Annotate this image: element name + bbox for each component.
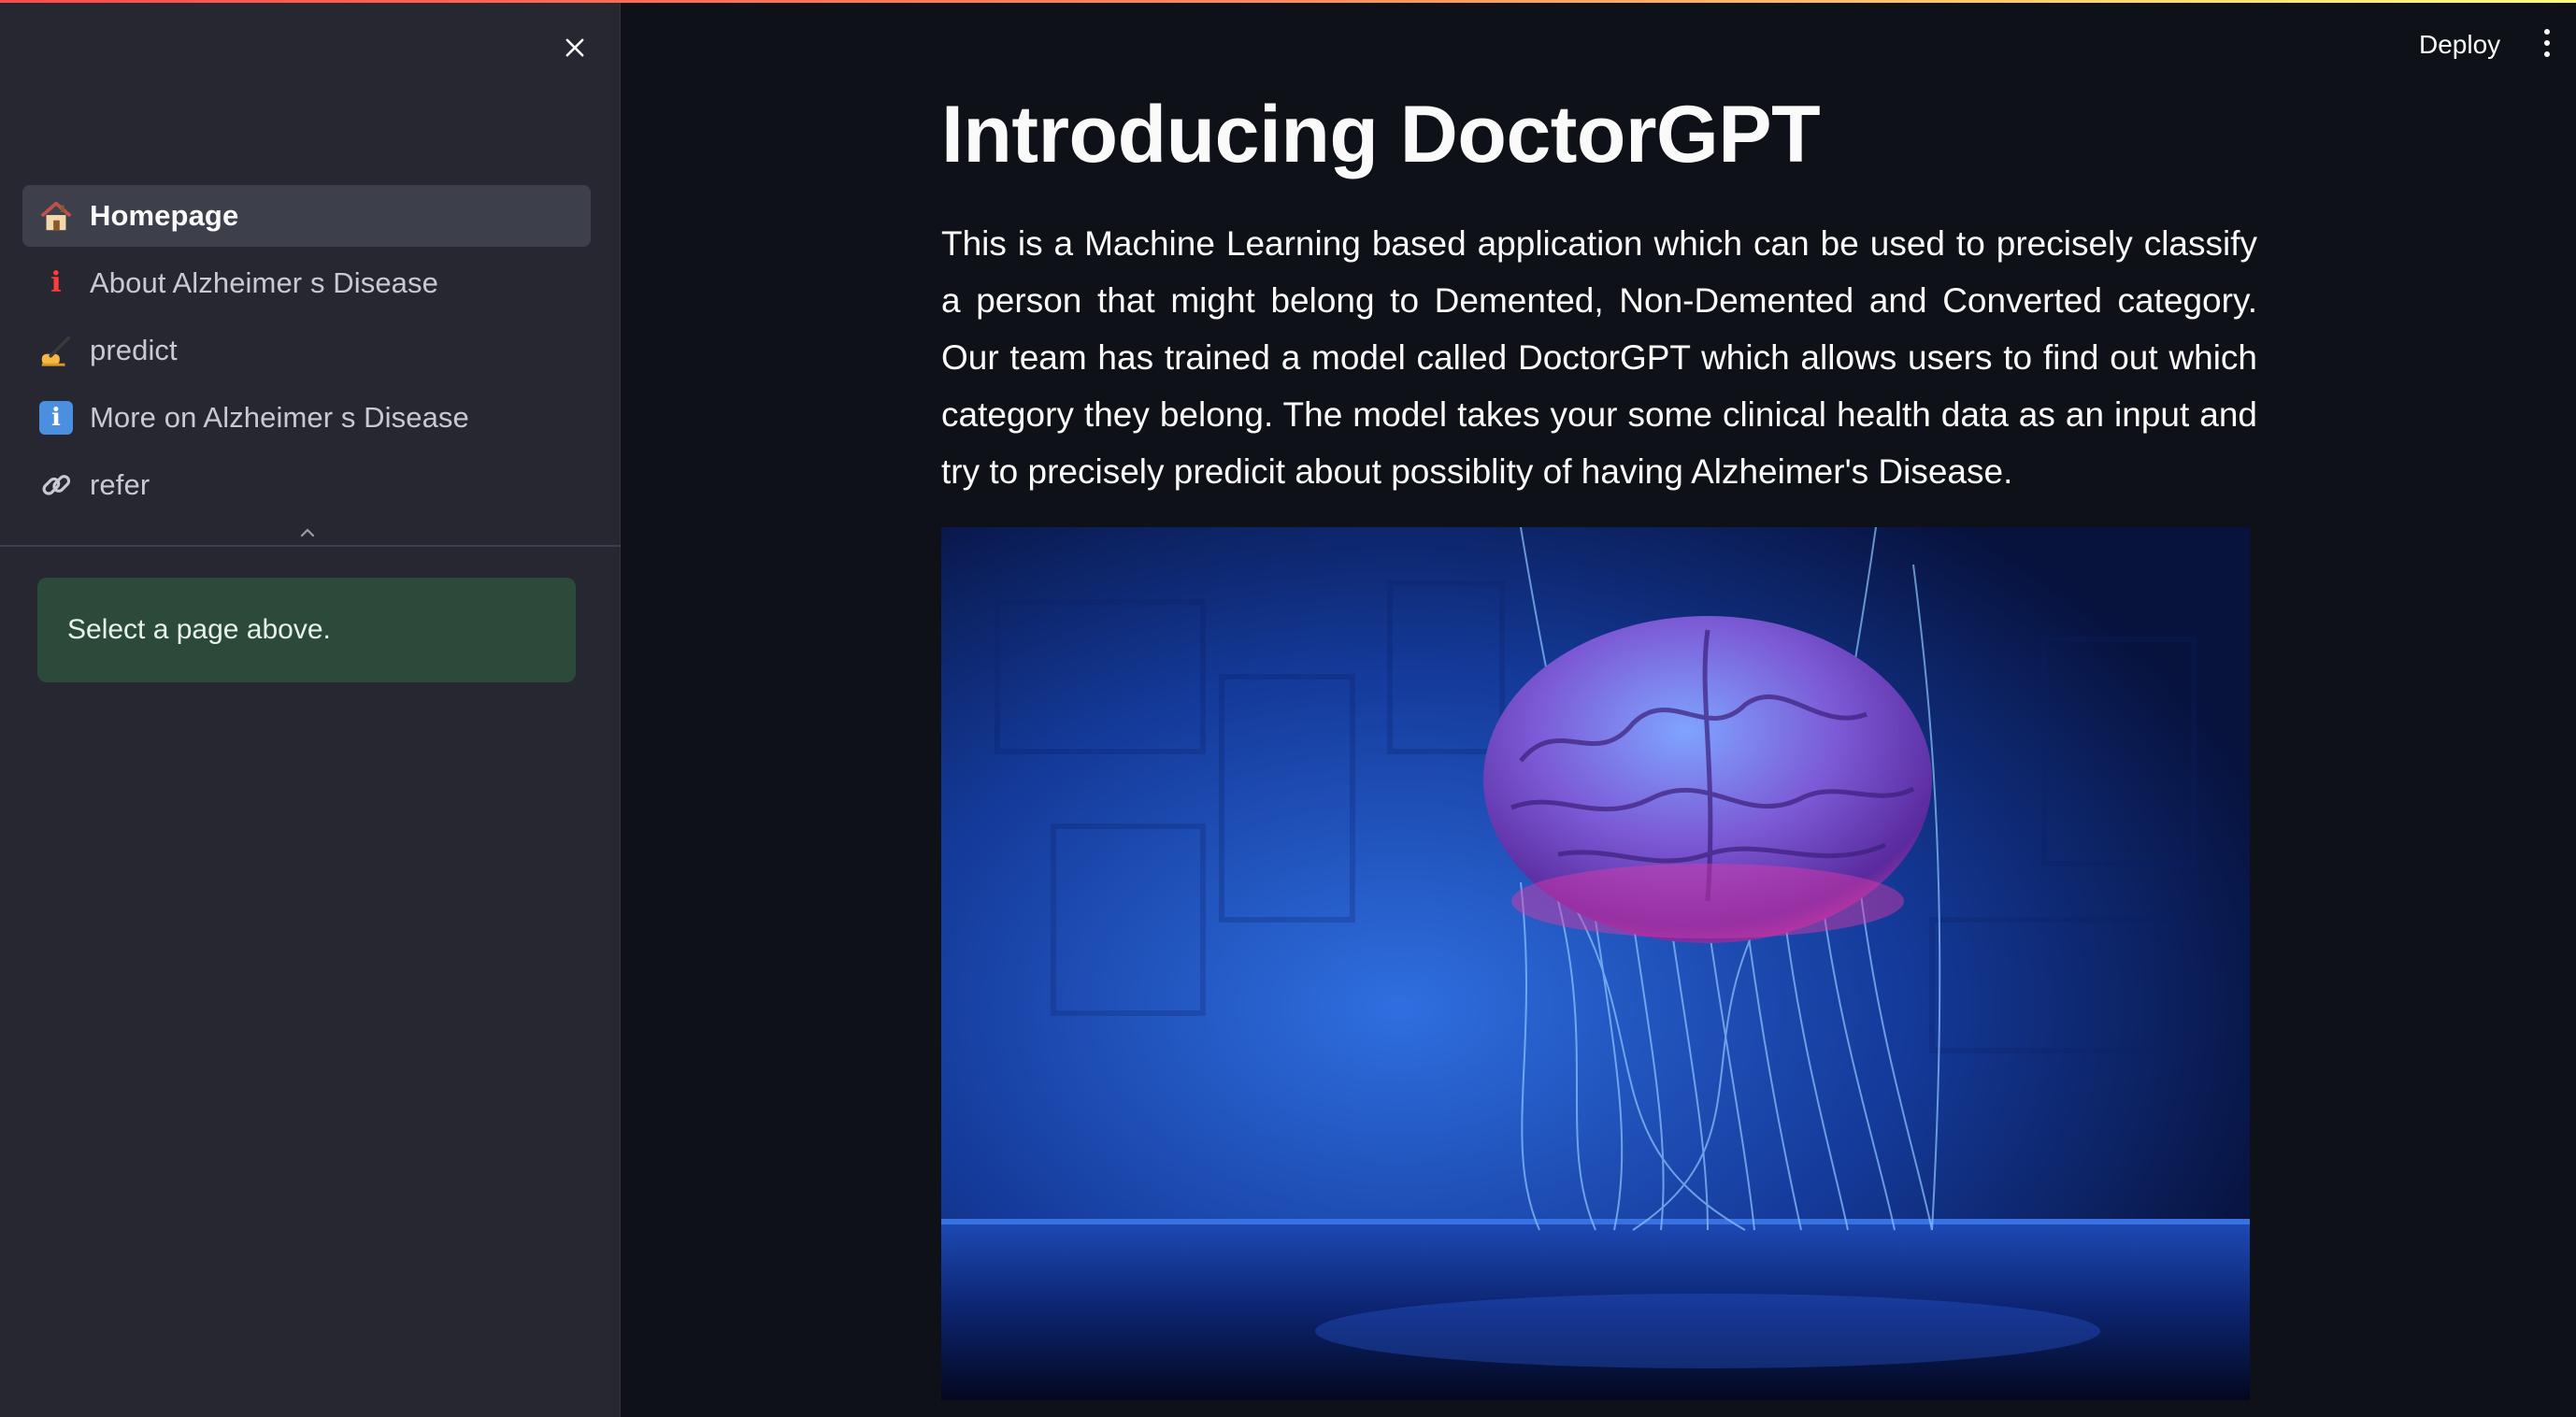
nav-item-homepage[interactable]: Homepage [22, 185, 591, 247]
sidebar: Homepage i About Alzheimer s Disease pre… [0, 0, 621, 1417]
link-icon [37, 466, 75, 504]
nav-label: About Alzheimer s Disease [90, 266, 438, 299]
writing-hand-icon [37, 332, 75, 369]
brain-hero-image [941, 527, 2250, 1400]
chevron-up-icon [300, 528, 315, 537]
brain-illustration [941, 527, 2250, 1400]
close-icon [565, 38, 584, 57]
nav-label: Homepage [90, 199, 239, 232]
close-sidebar-button[interactable] [555, 28, 594, 67]
main-content: Introducing DoctorGPT This is a Machine … [941, 0, 2257, 500]
information-red-icon: i [50, 266, 62, 299]
house-icon [37, 197, 75, 235]
kebab-dot [2544, 40, 2550, 46]
information-box-icon: i [37, 399, 75, 437]
nav-label: refer [90, 468, 150, 501]
nav-item-about-alzheimers[interactable]: i About Alzheimer s Disease [22, 252, 591, 314]
top-decoration-bar [0, 0, 2576, 3]
nav-item-refer[interactable]: refer [22, 454, 591, 516]
nav-label: predict [90, 334, 178, 366]
nav-item-predict[interactable]: predict [22, 320, 591, 381]
info-alert-text: Select a page above. [67, 614, 331, 645]
kebab-dot [2544, 51, 2550, 57]
sidebar-divider [0, 545, 621, 547]
kebab-dot [2544, 29, 2550, 35]
info-alert: Select a page above. [37, 578, 576, 682]
page-navigation: Homepage i About Alzheimer s Disease pre… [22, 185, 591, 522]
deploy-button[interactable]: Deploy [2398, 22, 2521, 67]
page-title: Introducing DoctorGPT [941, 90, 1821, 179]
nav-label: More on Alzheimer s Disease [90, 401, 469, 434]
main-menu-button[interactable] [2533, 24, 2561, 62]
collapse-navigation-button[interactable] [295, 523, 320, 542]
intro-paragraph: This is a Machine Learning based applica… [941, 224, 2257, 491]
nav-item-more-on-alzheimers[interactable]: i More on Alzheimer s Disease [22, 387, 591, 449]
